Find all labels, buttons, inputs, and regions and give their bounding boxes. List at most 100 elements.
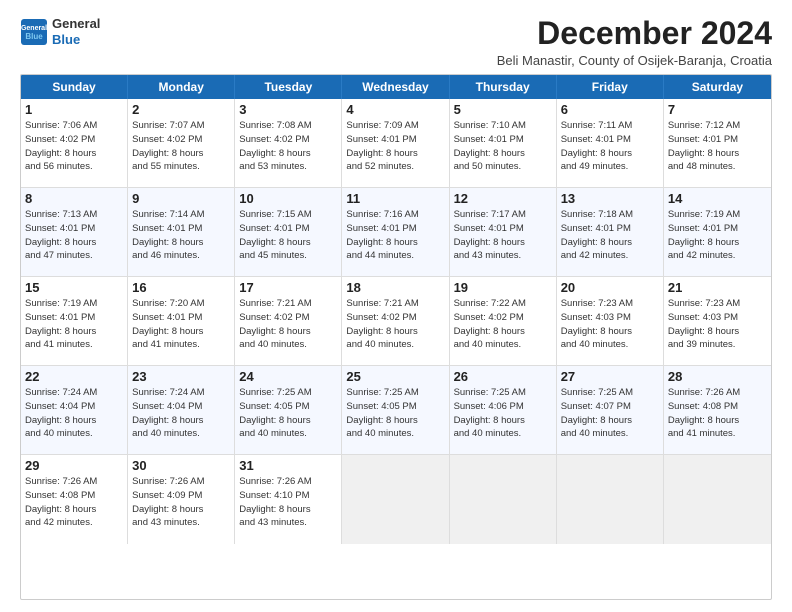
- day-info: Sunrise: 7:26 AMSunset: 4:09 PMDaylight:…: [132, 475, 230, 530]
- calendar-row-5: 29 Sunrise: 7:26 AMSunset: 4:08 PMDayligh…: [21, 455, 771, 544]
- calendar-cell: 8 Sunrise: 7:13 AMSunset: 4:01 PMDaylight…: [21, 188, 128, 276]
- calendar-row-1: 1 Sunrise: 7:06 AMSunset: 4:02 PMDaylight…: [21, 99, 771, 188]
- day-number: 8: [25, 191, 123, 206]
- calendar-cell: 13 Sunrise: 7:18 AMSunset: 4:01 PMDayligh…: [557, 188, 664, 276]
- calendar-cell: [557, 455, 664, 544]
- calendar-cell: 26Sunrise: 7:25 AMSunset: 4:06 PMDayligh…: [450, 366, 557, 454]
- day-number: 31: [239, 458, 337, 473]
- day-number: 23: [132, 369, 230, 384]
- calendar-cell: [450, 455, 557, 544]
- title-block: December 2024 Beli Manastir, County of O…: [497, 16, 772, 68]
- calendar-cell: 16 Sunrise: 7:20 AMSunset: 4:01 PMDayligh…: [128, 277, 235, 365]
- weekday-header-friday: Friday: [557, 75, 664, 99]
- calendar-cell: 2 Sunrise: 7:07 AMSunset: 4:02 PMDaylight…: [128, 99, 235, 187]
- calendar-cell: 18Sunrise: 7:21 AMSunset: 4:02 PMDayligh…: [342, 277, 449, 365]
- calendar: SundayMondayTuesdayWednesdayThursdayFrid…: [20, 74, 772, 600]
- day-info: Sunrise: 7:09 AMSunset: 4:01 PMDaylight:…: [346, 119, 444, 174]
- day-number: 21: [668, 280, 767, 295]
- day-number: 24: [239, 369, 337, 384]
- day-number: 26: [454, 369, 552, 384]
- subtitle: Beli Manastir, County of Osijek-Baranja,…: [497, 53, 772, 68]
- day-number: 1: [25, 102, 123, 117]
- calendar-body: 1 Sunrise: 7:06 AMSunset: 4:02 PMDaylight…: [21, 99, 771, 544]
- calendar-cell: 6 Sunrise: 7:11 AMSunset: 4:01 PMDaylight…: [557, 99, 664, 187]
- weekday-header-monday: Monday: [128, 75, 235, 99]
- day-info: Sunrise: 7:11 AMSunset: 4:01 PMDaylight:…: [561, 119, 659, 174]
- logo-general: General: [52, 16, 100, 31]
- day-info: Sunrise: 7:22 AMSunset: 4:02 PMDaylight:…: [454, 297, 552, 352]
- day-number: 14: [668, 191, 767, 206]
- day-info: Sunrise: 7:23 AMSunset: 4:03 PMDaylight:…: [668, 297, 767, 352]
- weekday-header-wednesday: Wednesday: [342, 75, 449, 99]
- month-title: December 2024: [497, 16, 772, 51]
- calendar-cell: 24 Sunrise: 7:25 AMSunset: 4:05 PMDayligh…: [235, 366, 342, 454]
- day-info: Sunrise: 7:24 AMSunset: 4:04 PMDaylight:…: [132, 386, 230, 441]
- day-number: 28: [668, 369, 767, 384]
- day-info: Sunrise: 7:07 AMSunset: 4:02 PMDaylight:…: [132, 119, 230, 174]
- calendar-cell: 30 Sunrise: 7:26 AMSunset: 4:09 PMDayligh…: [128, 455, 235, 544]
- day-number: 2: [132, 102, 230, 117]
- logo-text: General Blue: [52, 16, 100, 47]
- day-number: 16: [132, 280, 230, 295]
- day-info: Sunrise: 7:20 AMSunset: 4:01 PMDaylight:…: [132, 297, 230, 352]
- day-number: 4: [346, 102, 444, 117]
- day-number: 13: [561, 191, 659, 206]
- day-number: 20: [561, 280, 659, 295]
- day-number: 30: [132, 458, 230, 473]
- logo-blue: Blue: [52, 32, 80, 47]
- day-number: 11: [346, 191, 444, 206]
- calendar-cell: 7 Sunrise: 7:12 AMSunset: 4:01 PMDaylight…: [664, 99, 771, 187]
- day-number: 27: [561, 369, 659, 384]
- day-number: 12: [454, 191, 552, 206]
- calendar-row-2: 8 Sunrise: 7:13 AMSunset: 4:01 PMDaylight…: [21, 188, 771, 277]
- calendar-cell: 15Sunrise: 7:19 AMSunset: 4:01 PMDayligh…: [21, 277, 128, 365]
- calendar-cell: 12Sunrise: 7:17 AMSunset: 4:01 PMDayligh…: [450, 188, 557, 276]
- calendar-cell: [342, 455, 449, 544]
- day-info: Sunrise: 7:06 AMSunset: 4:02 PMDaylight:…: [25, 119, 123, 174]
- calendar-cell: 22 Sunrise: 7:24 AMSunset: 4:04 PMDayligh…: [21, 366, 128, 454]
- calendar-cell: 9 Sunrise: 7:14 AMSunset: 4:01 PMDaylight…: [128, 188, 235, 276]
- day-info: Sunrise: 7:25 AMSunset: 4:07 PMDaylight:…: [561, 386, 659, 441]
- day-number: 3: [239, 102, 337, 117]
- calendar-cell: 21 Sunrise: 7:23 AMSunset: 4:03 PMDayligh…: [664, 277, 771, 365]
- day-info: Sunrise: 7:10 AMSunset: 4:01 PMDaylight:…: [454, 119, 552, 174]
- day-number: 18: [346, 280, 444, 295]
- day-info: Sunrise: 7:12 AMSunset: 4:01 PMDaylight:…: [668, 119, 767, 174]
- weekday-header-tuesday: Tuesday: [235, 75, 342, 99]
- svg-text:Blue: Blue: [25, 32, 43, 41]
- day-info: Sunrise: 7:19 AMSunset: 4:01 PMDaylight:…: [25, 297, 123, 352]
- weekday-header-thursday: Thursday: [450, 75, 557, 99]
- day-info: Sunrise: 7:26 AMSunset: 4:10 PMDaylight:…: [239, 475, 337, 530]
- day-number: 5: [454, 102, 552, 117]
- calendar-cell: 25Sunrise: 7:25 AMSunset: 4:05 PMDayligh…: [342, 366, 449, 454]
- day-info: Sunrise: 7:19 AMSunset: 4:01 PMDaylight:…: [668, 208, 767, 263]
- calendar-cell: 3 Sunrise: 7:08 AMSunset: 4:02 PMDaylight…: [235, 99, 342, 187]
- calendar-cell: 23 Sunrise: 7:24 AMSunset: 4:04 PMDayligh…: [128, 366, 235, 454]
- day-number: 9: [132, 191, 230, 206]
- day-info: Sunrise: 7:08 AMSunset: 4:02 PMDaylight:…: [239, 119, 337, 174]
- calendar-cell: 31 Sunrise: 7:26 AMSunset: 4:10 PMDayligh…: [235, 455, 342, 544]
- day-number: 22: [25, 369, 123, 384]
- calendar-cell: 10Sunrise: 7:15 AMSunset: 4:01 PMDayligh…: [235, 188, 342, 276]
- day-number: 10: [239, 191, 337, 206]
- day-info: Sunrise: 7:14 AMSunset: 4:01 PMDaylight:…: [132, 208, 230, 263]
- calendar-cell: 29 Sunrise: 7:26 AMSunset: 4:08 PMDayligh…: [21, 455, 128, 544]
- calendar-cell: 17 Sunrise: 7:21 AMSunset: 4:02 PMDayligh…: [235, 277, 342, 365]
- day-number: 17: [239, 280, 337, 295]
- calendar-cell: 1 Sunrise: 7:06 AMSunset: 4:02 PMDaylight…: [21, 99, 128, 187]
- day-number: 7: [668, 102, 767, 117]
- day-number: 6: [561, 102, 659, 117]
- day-info: Sunrise: 7:24 AMSunset: 4:04 PMDaylight:…: [25, 386, 123, 441]
- calendar-row-3: 15Sunrise: 7:19 AMSunset: 4:01 PMDayligh…: [21, 277, 771, 366]
- day-info: Sunrise: 7:21 AMSunset: 4:02 PMDaylight:…: [239, 297, 337, 352]
- day-info: Sunrise: 7:23 AMSunset: 4:03 PMDaylight:…: [561, 297, 659, 352]
- day-info: Sunrise: 7:13 AMSunset: 4:01 PMDaylight:…: [25, 208, 123, 263]
- day-info: Sunrise: 7:25 AMSunset: 4:05 PMDaylight:…: [239, 386, 337, 441]
- calendar-cell: 5 Sunrise: 7:10 AMSunset: 4:01 PMDaylight…: [450, 99, 557, 187]
- day-number: 29: [25, 458, 123, 473]
- calendar-cell: 19Sunrise: 7:22 AMSunset: 4:02 PMDayligh…: [450, 277, 557, 365]
- day-info: Sunrise: 7:26 AMSunset: 4:08 PMDaylight:…: [25, 475, 123, 530]
- day-info: Sunrise: 7:18 AMSunset: 4:01 PMDaylight:…: [561, 208, 659, 263]
- day-number: 25: [346, 369, 444, 384]
- weekday-header-sunday: Sunday: [21, 75, 128, 99]
